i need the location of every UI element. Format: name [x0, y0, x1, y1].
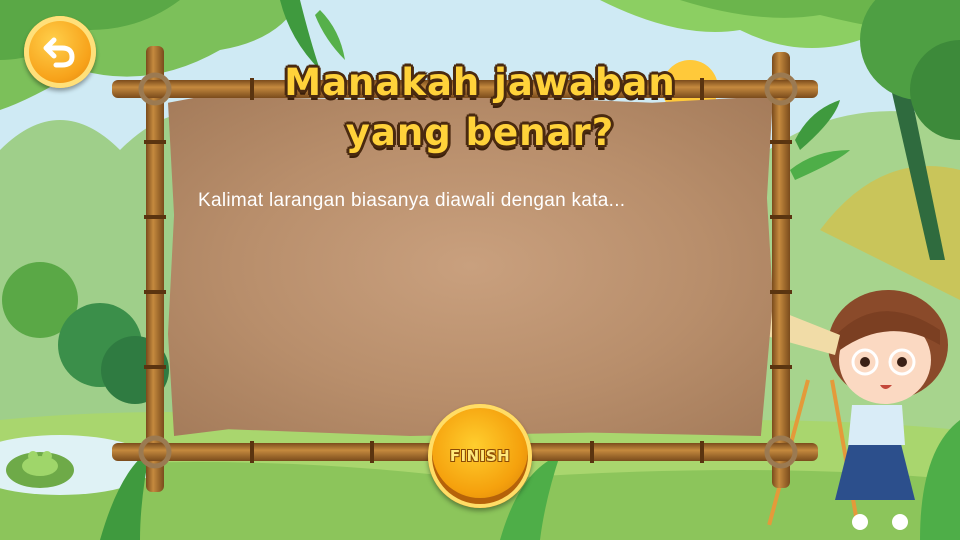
quiz-title-line1: Manakah jawaban: [284, 61, 676, 104]
back-arrow-icon: [43, 37, 75, 68]
back-button[interactable]: [24, 16, 96, 88]
quiz-title: Manakah jawaban yang benar?: [240, 58, 720, 158]
question-text: Kalimat larangan biasanya diawali dengan…: [198, 190, 626, 211]
quiz-title-line2: yang benar?: [345, 111, 615, 154]
finish-button[interactable]: FINISH: [428, 404, 532, 508]
finish-button-label: FINISH: [449, 447, 511, 465]
